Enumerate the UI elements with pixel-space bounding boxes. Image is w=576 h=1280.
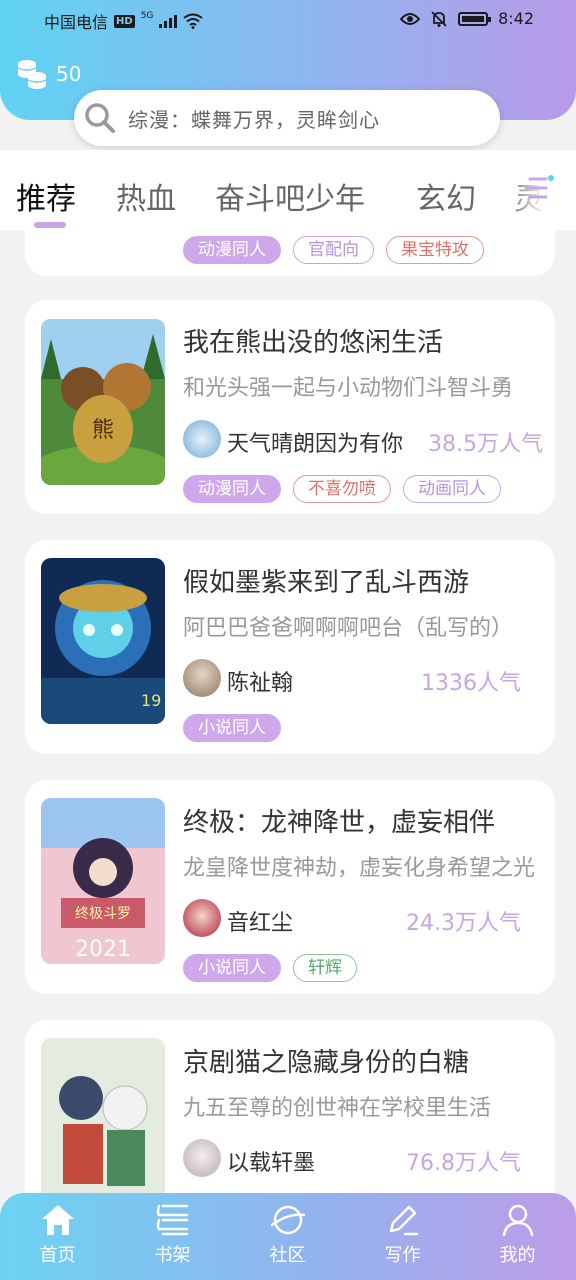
nav-label: 我的 xyxy=(499,1245,536,1266)
tag[interactable]: 动漫同人 xyxy=(183,475,281,503)
novel-card[interactable]: 动漫同人 官配向 果宝特攻 xyxy=(25,230,555,276)
hd-badge: HD xyxy=(114,14,135,28)
nav-profile[interactable]: 我的 xyxy=(460,1193,575,1280)
author-name[interactable]: 天气晴朗因为有你 xyxy=(227,426,403,458)
pen-icon xyxy=(389,1205,418,1236)
novel-cover: 熊 xyxy=(41,319,165,485)
tab-hotblood[interactable]: 热血 xyxy=(116,174,176,218)
search-placeholder: 综漫：蝶舞万界，灵眸剑心 xyxy=(128,107,380,132)
svg-text:终极斗罗: 终极斗罗 xyxy=(75,906,131,922)
status-bar: 中国电信 HD 5G 8:42 xyxy=(0,0,576,40)
battery-icon xyxy=(458,11,492,26)
tag[interactable]: 官配向 xyxy=(293,236,374,264)
nav-label: 首页 xyxy=(39,1245,76,1266)
novel-card[interactable]: 熊 我在熊出没的悠闲生活 和光头强一起与小动物们斗智斗勇 天气晴朗因为有你 38… xyxy=(25,300,555,514)
tab-fight-youth[interactable]: 奋斗吧少年 xyxy=(215,174,365,218)
mute-bell-icon xyxy=(431,10,447,27)
category-menu-icon[interactable] xyxy=(522,172,556,204)
search-icon xyxy=(85,103,115,133)
clock: 8:42 xyxy=(498,9,534,28)
svg-text:19: 19 xyxy=(141,691,161,710)
tag[interactable]: 果宝特攻 xyxy=(386,236,484,264)
novel-description: 龙皇降世度神劫，虚妄化身希望之光 xyxy=(183,856,536,881)
tag[interactable]: 动画同人 xyxy=(403,475,501,503)
novel-title[interactable]: 假如墨紫来到了乱斗西游 xyxy=(183,562,469,599)
tag-list: 动漫同人 不喜勿喷 动画同人 xyxy=(183,475,501,503)
avatar[interactable] xyxy=(183,1139,221,1177)
planet-icon xyxy=(270,1205,305,1235)
tag[interactable]: 小说同人 xyxy=(183,954,281,982)
novel-description: 九五至尊的创世神在学校里生活 xyxy=(183,1096,492,1121)
popularity-count: 1336人气 xyxy=(421,671,521,696)
tag[interactable]: 不喜勿喷 xyxy=(293,475,391,503)
tag-list: 动漫同人 官配向 果宝特攻 xyxy=(183,236,484,264)
avatar[interactable] xyxy=(183,420,221,458)
coin-balance[interactable]: 50 xyxy=(16,58,81,90)
bookshelf-icon xyxy=(156,1204,188,1236)
tab-recommend[interactable]: 推荐 xyxy=(16,174,76,218)
novel-cover xyxy=(41,1038,165,1195)
nav-community[interactable]: 社区 xyxy=(230,1193,345,1280)
coin-count: 50 xyxy=(56,62,82,86)
wifi-icon xyxy=(183,13,204,29)
avatar[interactable] xyxy=(183,659,221,697)
home-icon xyxy=(41,1205,74,1235)
carrier-label: 中国电信 xyxy=(44,13,109,32)
novel-card[interactable]: 19 假如墨紫来到了乱斗西游 阿巴巴爸爸啊啊啊吧台（乱写的） 陈祉翰 1336人… xyxy=(25,540,555,754)
eye-icon xyxy=(400,12,421,25)
coins-icon xyxy=(17,60,47,89)
novel-card[interactable]: 终极斗罗 2021 终极：龙神降世，虚妄相伴 龙皇降世度神劫，虚妄化身希望之光 … xyxy=(25,780,555,994)
novel-cover: 终极斗罗 2021 xyxy=(41,798,165,964)
svg-text:熊: 熊 xyxy=(92,418,114,443)
nav-label: 社区 xyxy=(269,1245,306,1266)
nav-writing[interactable]: 写作 xyxy=(345,1193,460,1280)
novel-description: 和光头强一起与小动物们斗智斗勇 xyxy=(183,376,514,401)
author-name[interactable]: 以载轩墨 xyxy=(227,1145,315,1177)
user-icon xyxy=(502,1204,533,1237)
nav-home[interactable]: 首页 xyxy=(0,1193,115,1280)
avatar[interactable] xyxy=(183,899,221,937)
novel-title[interactable]: 终极：龙神降世，虚妄相伴 xyxy=(183,802,495,839)
novel-title[interactable]: 我在熊出没的悠闲生活 xyxy=(183,322,443,359)
active-tab-indicator xyxy=(34,222,66,228)
svg-text:2021: 2021 xyxy=(75,937,131,962)
popularity-count: 38.5万人气 xyxy=(428,432,543,457)
novel-card[interactable]: 京剧猫之隐藏身份的白糖 九五至尊的创世神在学校里生活 以载轩墨 76.8万人气 xyxy=(25,1020,555,1195)
tag-list: 小说同人 轩辉 xyxy=(183,954,357,982)
tag-list: 小说同人 xyxy=(183,714,281,742)
tag[interactable]: 轩辉 xyxy=(293,954,357,982)
category-tabs: 推荐 热血 奋斗吧少年 玄幻 灵异 xyxy=(0,150,576,230)
novel-description: 阿巴巴爸爸啊啊啊吧台（乱写的） xyxy=(183,616,514,641)
popularity-count: 24.3万人气 xyxy=(406,911,521,936)
tab-fantasy[interactable]: 玄幻 xyxy=(416,174,476,218)
novel-list[interactable]: 动漫同人 官配向 果宝特攻 熊 我在熊出没的悠闲生活 和光头强一起与小动物们斗智… xyxy=(0,230,576,1195)
nav-label: 写作 xyxy=(384,1245,421,1266)
tag[interactable]: 动漫同人 xyxy=(183,236,281,264)
search-bar[interactable]: 综漫：蝶舞万界，灵眸剑心 xyxy=(74,90,500,146)
signal-icon xyxy=(159,14,178,28)
nav-label: 书架 xyxy=(154,1245,191,1266)
nav-bookshelf[interactable]: 书架 xyxy=(115,1193,230,1280)
author-name[interactable]: 音红尘 xyxy=(227,905,293,937)
novel-title[interactable]: 京剧猫之隐藏身份的白糖 xyxy=(183,1042,469,1079)
novel-cover: 19 xyxy=(41,558,165,724)
network-label: 5G xyxy=(140,11,154,21)
tag[interactable]: 小说同人 xyxy=(183,714,281,742)
bottom-navigation: 首页 书架 社区 写作 我的 xyxy=(0,1193,576,1280)
popularity-count: 76.8万人气 xyxy=(406,1151,521,1176)
author-name[interactable]: 陈祉翰 xyxy=(227,665,293,697)
